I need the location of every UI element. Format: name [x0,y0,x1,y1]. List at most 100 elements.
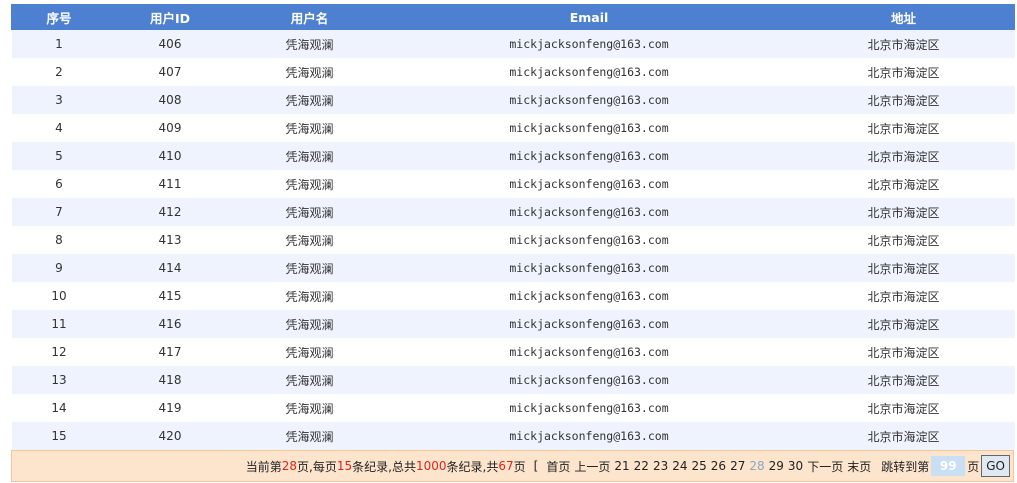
last-page-link[interactable]: 末页 [847,458,871,475]
header-username: 用户名 [233,4,386,30]
next-page-link[interactable]: 下一页 [807,458,843,475]
cell-username: 凭海观澜 [233,310,386,338]
cell-address: 北京市海淀区 [792,29,1015,58]
table-row: 1 406 凭海观澜 mickjacksonfeng@163.com 北京市海淀区 [11,29,1015,58]
cell-user-id: 412 [106,198,234,226]
total-pages: 67 [498,459,514,473]
cell-username: 凭海观澜 [233,394,386,422]
page-link[interactable]: 27 [730,459,745,473]
cell-user-id: 419 [106,394,234,422]
page-link[interactable]: 25 [692,459,707,473]
cell-email: mickjacksonfeng@163.com [385,422,793,450]
cell-index: 11 [11,310,107,338]
cell-email: mickjacksonfeng@163.com [385,58,793,86]
pager-total-pages-suffix: 页 [513,459,526,474]
pager-per-page-suffix: 条纪录,总共 [352,459,416,474]
jump-page-input[interactable] [931,456,966,476]
cell-index: 12 [11,338,107,366]
jump-label: 跳转到第 [881,459,930,474]
pager-bracket: [ [533,459,539,473]
cell-username: 凭海观澜 [233,114,386,142]
user-list-panel: 序号 用户ID 用户名 Email 地址 1 406 凭海观澜 mickjackson… [11,4,1015,482]
current-page-number: 28 [281,459,298,473]
cell-index: 14 [11,394,107,422]
cell-username: 凭海观澜 [233,198,386,226]
pager-page-suffix: 页,每页 [297,459,337,474]
cell-user-id: 416 [106,310,234,338]
pagination-bar: 当前第 28 页,每页 15 条纪录,总共 1000 条纪录,共 67 页 [ … [11,450,1014,482]
cell-user-id: 418 [106,366,234,394]
cell-address: 北京市海淀区 [792,338,1015,366]
cell-user-id: 415 [106,282,234,310]
page-link[interactable]: 22 [634,459,649,473]
prev-page-link[interactable]: 上一页 [574,458,610,475]
cell-username: 凭海观澜 [233,142,386,170]
cell-index: 7 [11,198,107,226]
cell-username: 凭海观澜 [233,86,386,114]
cell-address: 北京市海淀区 [792,254,1015,282]
cell-index: 4 [11,114,107,142]
cell-username: 凭海观澜 [233,366,386,394]
page-link[interactable]: 29 [769,459,784,473]
header-index: 序号 [11,4,107,30]
jump-suffix: 页 [967,459,980,474]
cell-email: mickjacksonfeng@163.com [385,310,793,338]
table-row: 2 407 凭海观澜 mickjacksonfeng@163.com 北京市海淀区 [11,58,1015,86]
first-page-link[interactable]: 首页 [546,458,570,475]
table-row: 12 417 凭海观澜 mickjacksonfeng@163.com 北京市海淀区 [11,338,1015,366]
cell-index: 8 [11,226,107,254]
total-records: 1000 [415,459,447,473]
table-row: 8 413 凭海观澜 mickjacksonfeng@163.com 北京市海淀区 [11,226,1015,254]
page-link[interactable]: 24 [672,459,687,473]
cell-email: mickjacksonfeng@163.com [385,170,793,198]
cell-index: 10 [11,282,107,310]
cell-address: 北京市海淀区 [792,310,1015,338]
cell-index: 13 [11,366,107,394]
cell-email: mickjacksonfeng@163.com [385,366,793,394]
cell-user-id: 420 [106,422,234,450]
table-body: 1 406 凭海观澜 mickjacksonfeng@163.com 北京市海淀区 2 40… [11,29,1015,450]
page-link[interactable]: 26 [711,459,726,473]
cell-email: mickjacksonfeng@163.com [385,282,793,310]
table-row: 3 408 凭海观澜 mickjacksonfeng@163.com 北京市海淀区 [11,86,1015,114]
cell-index: 3 [11,86,107,114]
cell-email: mickjacksonfeng@163.com [385,198,793,226]
cell-index: 15 [11,422,107,450]
table-row: 14 419 凭海观澜 mickjacksonfeng@163.com 北京市海淀区 [11,394,1015,422]
cell-user-id: 407 [106,58,234,86]
cell-user-id: 409 [106,114,234,142]
table-row: 4 409 凭海观澜 mickjacksonfeng@163.com 北京市海淀区 [11,114,1015,142]
cell-username: 凭海观澜 [233,29,386,58]
table-row: 15 420 凭海观澜 mickjacksonfeng@163.com 北京市海淀区 [11,422,1015,450]
cell-address: 北京市海淀区 [792,114,1015,142]
cell-address: 北京市海淀区 [792,198,1015,226]
cell-user-id: 414 [106,254,234,282]
cell-email: mickjacksonfeng@163.com [385,86,793,114]
per-page-count: 15 [336,459,353,473]
page-link[interactable]: 30 [788,459,803,473]
cell-username: 凭海观澜 [233,422,386,450]
go-button[interactable]: GO [981,455,1010,477]
cell-address: 北京市海淀区 [792,58,1015,86]
pager-prefix: 当前第 [245,459,282,474]
cell-username: 凭海观澜 [233,226,386,254]
header-address: 地址 [792,4,1015,30]
table-row: 9 414 凭海观澜 mickjacksonfeng@163.com 北京市海淀区 [11,254,1015,282]
cell-index: 5 [11,142,107,170]
page-link[interactable]: 23 [653,459,668,473]
page-link[interactable]: 28 [749,459,764,473]
page-link[interactable]: 21 [614,459,629,473]
cell-email: mickjacksonfeng@163.com [385,394,793,422]
cell-user-id: 408 [106,86,234,114]
cell-index: 6 [11,170,107,198]
cell-user-id: 406 [106,29,234,58]
cell-email: mickjacksonfeng@163.com [385,254,793,282]
cell-username: 凭海观澜 [233,338,386,366]
cell-user-id: 410 [106,142,234,170]
header-user-id: 用户ID [106,4,234,30]
cell-username: 凭海观澜 [233,170,386,198]
page-number-links: 21 22 23 24 25 26 27 28 29 30 [612,459,805,473]
cell-address: 北京市海淀区 [792,282,1015,310]
cell-address: 北京市海淀区 [792,226,1015,254]
cell-address: 北京市海淀区 [792,170,1015,198]
